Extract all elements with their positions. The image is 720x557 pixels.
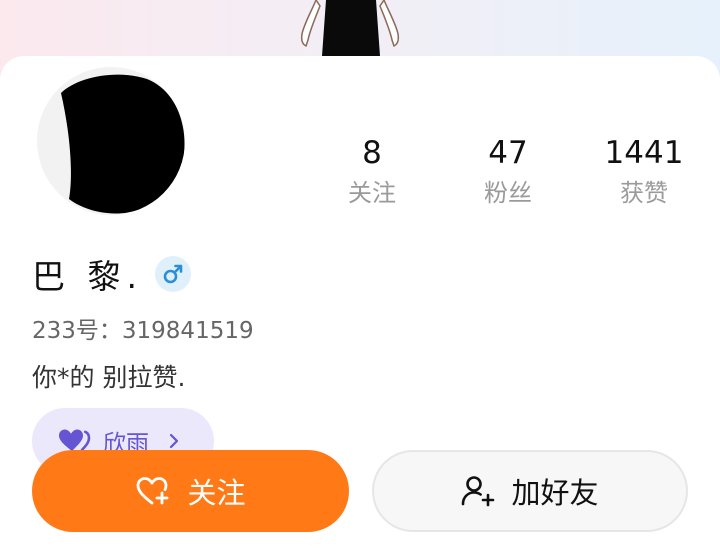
- user-id: 233号：319841519: [32, 318, 254, 344]
- user-signature: 你*的 别拉赞.: [32, 363, 186, 392]
- stat-likes-count: 1441: [604, 135, 684, 171]
- user-name: 巴 黎.: [32, 257, 143, 296]
- stat-following-count: 8: [362, 135, 382, 171]
- follow-button-label: 关注: [187, 476, 246, 510]
- add-friend-button[interactable]: 加好友: [372, 450, 688, 532]
- stat-followers-count: 47: [488, 135, 528, 171]
- stat-likes[interactable]: 1441 获赞: [579, 134, 709, 208]
- male-icon: [154, 256, 191, 292]
- stat-likes-label: 获赞: [620, 179, 668, 207]
- stat-following[interactable]: 8 关注: [307, 134, 437, 208]
- follow-button[interactable]: 关注: [32, 450, 349, 532]
- heart-plus-icon: [137, 477, 169, 505]
- avatar[interactable]: [37, 67, 185, 215]
- chevron-right-icon: [169, 433, 179, 449]
- name-row: 巴 黎.: [32, 252, 191, 296]
- stat-followers[interactable]: 47 粉丝: [443, 134, 573, 208]
- banner-figure: [300, 0, 400, 56]
- add-person-icon: [462, 476, 495, 507]
- stat-followers-label: 粉丝: [484, 179, 532, 207]
- add-friend-button-label: 加好友: [511, 476, 599, 510]
- stat-following-label: 关注: [348, 179, 396, 207]
